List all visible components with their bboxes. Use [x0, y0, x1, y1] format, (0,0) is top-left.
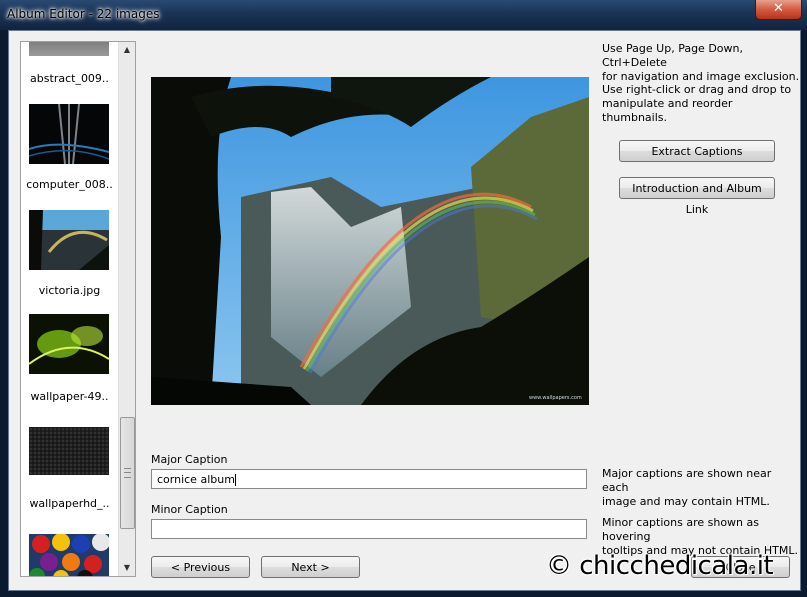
major-caption-input[interactable]: cornice album	[151, 469, 587, 489]
thumbnail-caption-selected: victoria.jpg	[38, 284, 101, 297]
previous-button[interactable]: < Previous	[151, 556, 250, 578]
thumbnail-caption: computer_008..	[26, 178, 113, 191]
introduction-album-link-button[interactable]: Introduction and Album Link	[619, 177, 775, 216]
grip-icon	[124, 468, 131, 478]
preview-credit: www.wallpapers.com	[529, 395, 582, 401]
navigation-help: Use Page Up, Page Down, Ctrl+Delete for …	[602, 42, 800, 84]
title-bar[interactable]: Album Editor - 22 images ✕	[0, 0, 807, 30]
computer-thumbnail-image	[29, 104, 109, 164]
thumbnail-scrollbar[interactable]: ▲ ▼	[118, 42, 135, 576]
major-caption-help: Major captions are shown near each image…	[602, 467, 800, 509]
dark-texture-thumbnail-image	[29, 427, 109, 475]
abstract-thumbnail-image	[29, 42, 109, 56]
green-abstract-thumbnail-image	[29, 314, 109, 374]
close-icon: ✕	[773, 1, 784, 16]
help-line: Use Page Up, Page Down, Ctrl+Delete	[602, 42, 743, 69]
billiard-balls-thumbnail-image	[29, 534, 109, 576]
text-cursor	[234, 474, 236, 486]
help-line: for navigation and image exclusion.	[602, 70, 800, 83]
help-line: Major captions are shown near each	[602, 467, 772, 494]
extract-captions-button[interactable]: Extract Captions	[619, 140, 775, 162]
scroll-up-icon[interactable]: ▲	[119, 42, 135, 58]
scrollbar-thumb[interactable]	[120, 417, 135, 529]
help-line: Use right-click or drag and drop to	[602, 83, 792, 96]
thumbnail-list[interactable]: abstract_009.. computer_008.. victoria.j…	[20, 41, 136, 577]
minor-caption-label: Minor Caption	[151, 503, 228, 516]
thumbnail-caption: abstract_009..	[30, 72, 109, 85]
window-title: Album Editor - 22 images	[7, 7, 160, 21]
watermark: © chicchedicala.it	[546, 551, 774, 581]
next-button[interactable]: Next >	[261, 556, 360, 578]
victoria-falls-thumbnail-image	[29, 210, 109, 270]
minor-caption-input[interactable]	[151, 519, 587, 539]
help-line: image and may contain HTML.	[602, 495, 770, 508]
thumbnail-caption: wallpaper-49..	[30, 390, 109, 403]
help-line: manipulate and reorder thumbnails.	[602, 97, 733, 124]
major-caption-label: Major Caption	[151, 453, 228, 466]
manipulate-help: Use right-click or drag and drop to mani…	[602, 83, 800, 125]
help-line: Minor captions are shown as hovering	[602, 516, 759, 543]
album-editor-client: abstract_009.. computer_008.. victoria.j…	[8, 30, 801, 591]
major-caption-value: cornice album	[157, 473, 235, 486]
thumbnail-caption: wallpaperhd_..	[29, 497, 110, 510]
close-window-button[interactable]: ✕	[755, 0, 802, 20]
scroll-down-icon[interactable]: ▼	[119, 560, 135, 576]
image-preview: www.wallpapers.com	[151, 77, 589, 405]
